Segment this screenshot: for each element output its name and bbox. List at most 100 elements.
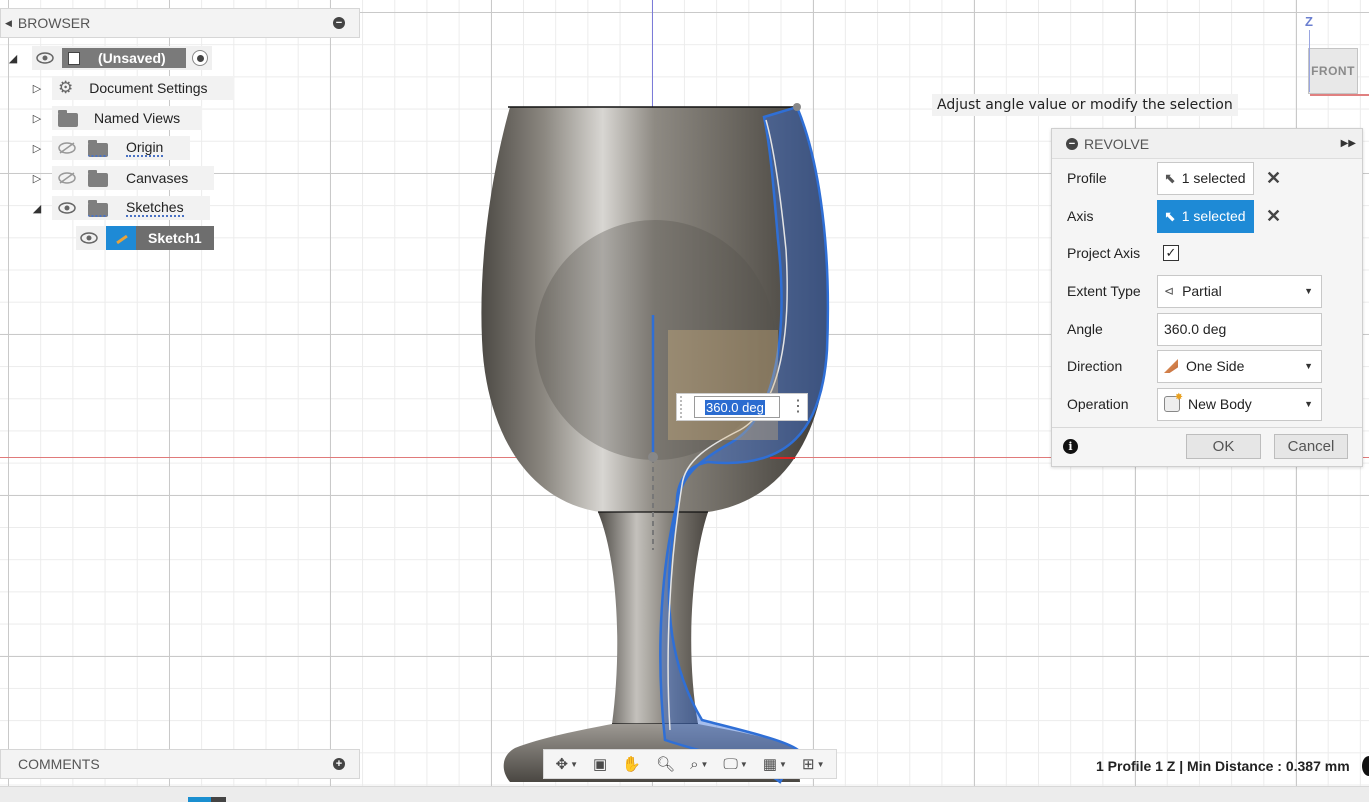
canvas-angle-input-box[interactable]: 360.0 deg ⋮ [676,393,808,421]
eye-icon[interactable] [58,202,76,214]
expand-arrow-icon[interactable]: ▷ [30,112,44,125]
clear-axis-icon[interactable]: ✕ [1266,206,1281,227]
plus-circle-icon[interactable]: + [333,758,345,770]
tree-item-root[interactable]: ◢ (Unsaved) [6,46,212,70]
comments-title: COMMENTS [18,756,100,772]
corner-icon [1362,756,1369,776]
tree-item-named-views[interactable]: ▷ Named Views [30,106,202,130]
status-readout: 1 Profile 1 Z | Min Distance : 0.387 mm [1096,758,1350,774]
one-side-icon [1164,359,1178,373]
profile-row: Profile ⬉ 1 selected ✕ [1052,161,1362,195]
project-axis-label: Project Axis [1067,245,1141,261]
axis-value: 1 selected [1181,208,1246,224]
sketch-icon [106,226,136,250]
grid-icon[interactable]: ▦ ▼ [763,755,787,773]
viewcube-z-label: Z [1305,14,1313,29]
tree-item-sketch1[interactable]: Sketch1 [76,226,214,250]
drag-grip-icon[interactable] [680,396,692,418]
zoom-icon[interactable]: 🔍︎ [656,755,675,773]
direction-dropdown[interactable]: One Side ▼ [1157,349,1322,383]
pan-hand-icon[interactable]: ✋ [622,755,641,773]
angle-input[interactable]: 360.0 deg [1157,312,1322,346]
folder-icon [88,199,108,217]
partial-extent-icon: ⊲ [1164,284,1175,298]
folder-icon [58,109,78,127]
eye-hidden-icon[interactable] [58,142,76,154]
tree-label: Named Views [94,110,181,126]
direction-value: One Side [1186,358,1245,374]
direction-label: Direction [1067,358,1123,374]
glass-model[interactable] [470,90,850,790]
project-axis-row: Project Axis ✓ [1052,236,1362,270]
revolve-dialog: − REVOLVE ▶▶ Profile ⬉ 1 selected ✕ Axis… [1051,128,1363,467]
viewcube-x-axis [1310,94,1369,96]
extent-type-dropdown[interactable]: ⊲ Partial ▼ [1157,274,1322,308]
more-options-icon[interactable]: ⋮ [790,399,806,415]
canvas-angle-value: 360.0 deg [705,399,765,415]
expand-arrow-icon[interactable]: ▷ [30,82,44,95]
eye-icon[interactable] [36,52,54,64]
tree-item-canvases[interactable]: ▷ Canvases [30,166,214,190]
folder-icon [88,139,108,157]
cursor-arrow-icon: ⬉ [1164,207,1176,224]
extent-type-value: Partial [1182,283,1222,299]
tree-label: Origin [126,139,164,157]
root-label: (Unsaved) [98,50,166,66]
profile-selector[interactable]: ⬉ 1 selected [1157,161,1254,195]
cancel-button[interactable]: Cancel [1274,434,1348,459]
new-body-icon: ✸ [1164,392,1183,412]
orbit-icon[interactable]: ✥ ▼ [556,755,579,773]
minus-circle-icon[interactable]: − [1066,137,1078,150]
angle-value: 360.0 deg [1164,321,1227,337]
revolve-header[interactable]: − REVOLVE ▶▶ [1052,129,1362,159]
tree-item-origin[interactable]: ▷ Origin [30,136,190,160]
operation-dropdown[interactable]: ✸ New Body ▼ [1157,387,1322,421]
operation-row: Operation ✸ New Body ▼ [1052,387,1362,421]
profile-label: Profile [1067,170,1107,186]
dropdown-caret-icon: ▼ [1304,286,1313,296]
look-at-icon[interactable]: ▣ [593,755,607,773]
display-settings-icon[interactable]: 🖵︎ ▼ [723,756,747,773]
dropdown-caret-icon: ▼ [1304,361,1313,371]
profile-value: 1 selected [1181,170,1246,186]
zoom-window-icon[interactable]: ⌕ ▼ [690,756,708,773]
axis-label: Axis [1067,208,1094,224]
collapse-triangle-icon[interactable]: ◀ [5,18,12,29]
tree-item-document-settings[interactable]: ▷ ⚙ Document Settings [30,76,234,100]
operation-value: New Body [1188,396,1252,412]
minus-circle-icon[interactable]: − [333,17,345,29]
dropdown-caret-icon: ▼ [1304,399,1313,409]
info-icon[interactable]: i [1063,439,1078,454]
project-axis-checkbox[interactable]: ✓ [1163,245,1179,261]
collapse-arrow-icon[interactable]: ◢ [30,202,44,215]
tree-item-sketches[interactable]: ◢ Sketches [30,196,210,220]
comments-panel-header[interactable]: COMMENTS + [0,749,360,779]
cursor-arrow-icon: ⬉ [1164,169,1176,186]
angle-label: Angle [1067,321,1103,337]
viewcube-face-label: FRONT [1311,64,1355,78]
canvas-angle-input[interactable]: 360.0 deg [694,396,780,418]
eye-hidden-icon[interactable] [58,172,76,184]
browser-title: BROWSER [17,15,91,31]
ok-button[interactable]: OK [1186,434,1261,459]
tree-label: Canvases [126,170,189,186]
browser-panel-header[interactable]: ◀ BROWSER − [0,8,360,38]
timeline-marker[interactable] [188,797,226,802]
viewports-icon[interactable]: ⊞ ▼ [802,755,825,773]
collapse-arrow-icon[interactable]: ◢ [6,52,20,65]
radio-active-icon[interactable] [192,50,208,66]
axis-row: Axis ⬉ 1 selected ✕ [1052,199,1362,233]
tree-label: Sketches [126,199,184,217]
expand-arrow-icon[interactable]: ▷ [30,172,44,185]
eye-icon[interactable] [80,232,98,244]
angle-row: Angle 360.0 deg [1052,312,1362,346]
navigation-toolbar: ✥ ▼ ▣ ✋ 🔍︎ ⌕ ▼ 🖵︎ ▼ ▦ ▼ ⊞ ▼ [543,749,837,779]
expand-arrow-icon[interactable]: ▷ [30,142,44,155]
revolve-title: REVOLVE [1084,135,1150,152]
expand-panel-icon[interactable]: ▶▶ [1341,138,1356,149]
folder-icon [88,169,108,187]
axis-selector[interactable]: ⬉ 1 selected [1157,199,1254,233]
gear-icon: ⚙ [58,78,74,97]
clear-profile-icon[interactable]: ✕ [1266,168,1281,189]
viewcube[interactable]: FRONT [1308,48,1358,94]
